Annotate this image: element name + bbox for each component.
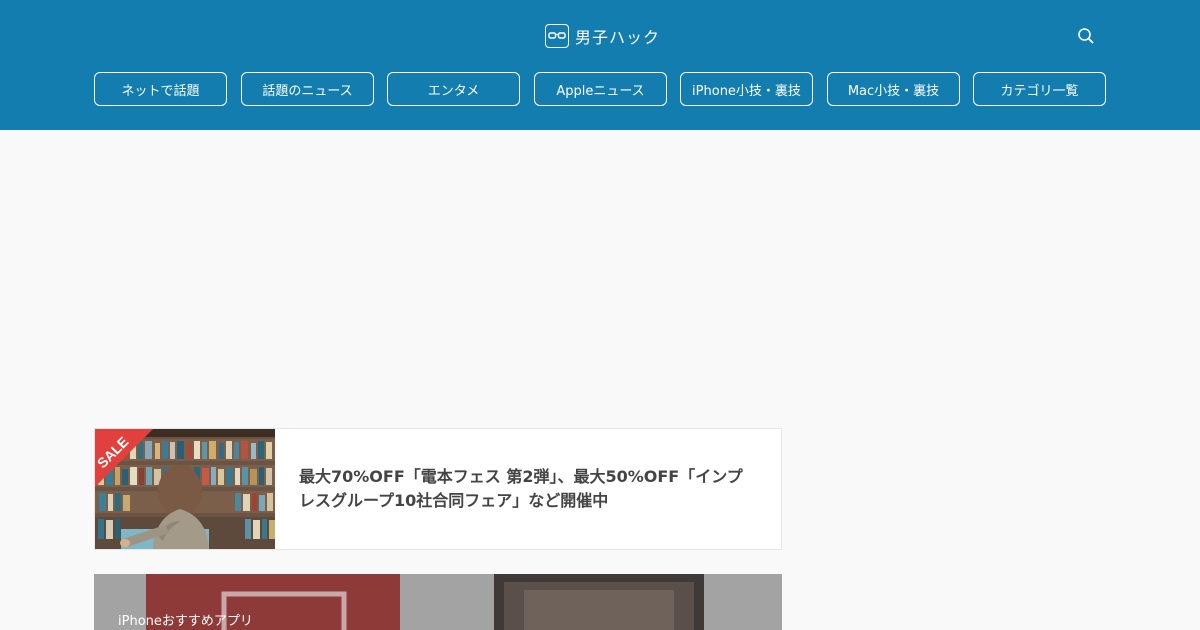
site-header: 男子ハック ネットで話題 話題のニュース エンタメ Appleニュース iPho… xyxy=(0,0,1200,130)
category-nav: ネットで話題 話題のニュース エンタメ Appleニュース iPhone小技・裏… xyxy=(94,72,1106,106)
nav-item-category-list[interactable]: カテゴリ一覧 xyxy=(973,72,1106,106)
featured-article[interactable]: iPhoneおすすめアプリ xyxy=(94,574,782,630)
featured-category: iPhoneおすすめアプリ xyxy=(118,614,253,629)
nav-item-iphone-tips[interactable]: iPhone小技・裏技 xyxy=(680,72,813,106)
article-thumbnail: SALE xyxy=(95,429,275,549)
site-logo[interactable]: 男子ハック xyxy=(545,24,660,48)
glasses-icon xyxy=(545,24,569,48)
article-title[interactable]: 最大70%OFF「電本フェス 第2弾」、最大50%OFF「インプレスグループ10… xyxy=(275,429,781,549)
nav-item-trending-news[interactable]: 話題のニュース xyxy=(241,72,374,106)
ad-space xyxy=(94,150,782,400)
search-button[interactable] xyxy=(1075,25,1097,47)
search-icon xyxy=(1078,28,1094,44)
nav-item-mac-tips[interactable]: Mac小技・裏技 xyxy=(827,72,960,106)
site-title: 男子ハック xyxy=(575,28,661,47)
nav-item-entertainment[interactable]: エンタメ xyxy=(387,72,520,106)
nav-item-apple-news[interactable]: Appleニュース xyxy=(534,72,667,106)
nav-item-net-topics[interactable]: ネットで話題 xyxy=(94,72,227,106)
article-card[interactable]: SALE 最大70%OFF「電本フェス 第2弾」、最大50%OFF「インプレスグ… xyxy=(94,428,782,550)
